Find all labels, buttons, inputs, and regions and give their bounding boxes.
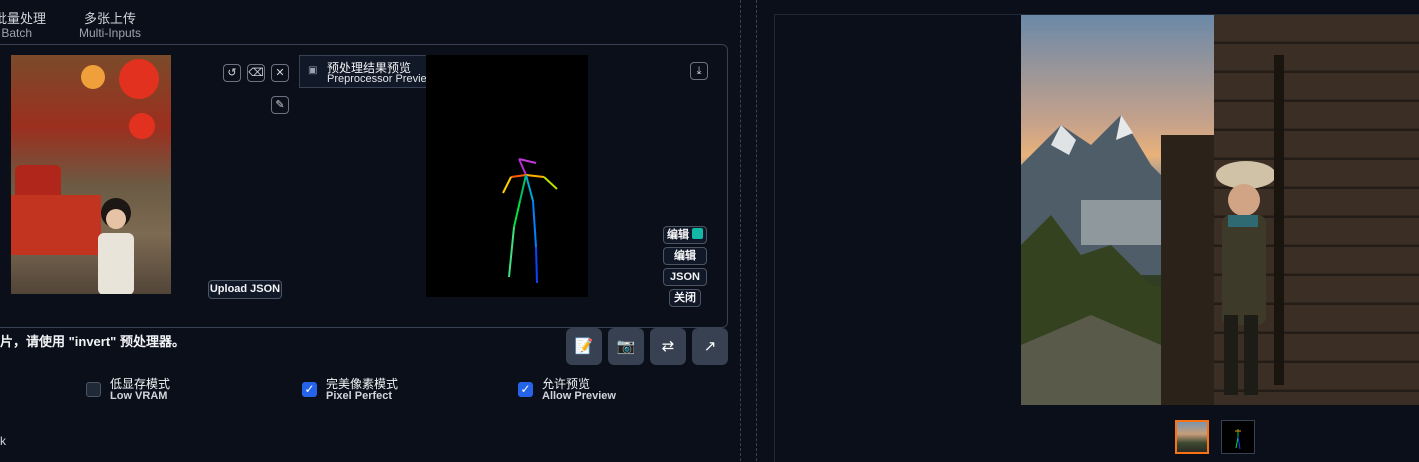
swap-icon[interactable]: ⇄	[650, 328, 686, 365]
cutoff-label: k	[0, 434, 6, 448]
input-image[interactable]	[11, 55, 171, 294]
column-divider-2	[756, 0, 757, 461]
output-image-door	[1214, 15, 1419, 405]
image-icon: ▣	[308, 65, 318, 76]
upload-json-button[interactable]: Upload JSON	[208, 280, 282, 299]
pixel-perfect-checkbox[interactable]: ✓	[302, 382, 317, 397]
low-vram-label-zh: 低显存模式	[110, 377, 171, 391]
camera-glyph: 📷	[616, 338, 636, 355]
edit-doc-icon[interactable]: 📝	[566, 328, 602, 365]
output-image[interactable]	[1021, 15, 1214, 405]
column-divider	[740, 0, 741, 461]
tab-multi-inputs-en: Multi-Inputs	[78, 26, 142, 40]
camera-icon[interactable]: 📷	[608, 328, 644, 365]
download-icon[interactable]: ⤓	[690, 62, 708, 80]
pixel-perfect-label-zh: 完美像素模式	[326, 377, 399, 391]
undo-icon[interactable]: ↺	[223, 64, 241, 82]
preview-label-en: Preprocessor Preview	[327, 73, 435, 85]
edit-external-label: 编辑	[666, 229, 689, 241]
tab-multi-inputs[interactable]: 多张上传 Multi-Inputs	[76, 11, 144, 41]
gallery-thumb-selected[interactable]	[1175, 420, 1209, 454]
allow-preview-label-en: Allow Preview	[542, 390, 616, 402]
close-icon[interactable]: ✕	[271, 64, 289, 82]
send-arrow-icon[interactable]: ↗	[692, 328, 728, 365]
external-editor-icon	[692, 228, 704, 239]
pixel-perfect-label: 完美像素模式 Pixel Perfect	[326, 378, 398, 402]
tab-multi-inputs-zh: 多张上传	[83, 11, 136, 26]
tab-batch[interactable]: 批量处理 Batch	[0, 11, 46, 41]
low-vram-label: 低显存模式 Low VRAM	[110, 378, 170, 402]
allow-preview-checkbox[interactable]: ✓	[518, 382, 533, 397]
low-vram-checkbox[interactable]	[86, 382, 101, 397]
edit-button[interactable]: 编辑	[663, 247, 707, 265]
json-button[interactable]: JSON	[663, 268, 707, 286]
gallery-thumb-pose[interactable]	[1221, 420, 1255, 454]
edit-doc-glyph: 📝	[574, 338, 594, 355]
allow-preview-label-zh: 允许预览	[542, 377, 591, 391]
allow-preview-label: 允许预览 Allow Preview	[542, 378, 616, 402]
close-editor-button[interactable]: 关闭	[669, 289, 701, 307]
pose-preview-image	[426, 55, 588, 297]
edit-external-button[interactable]: 编辑	[663, 226, 707, 244]
invert-hint-text: 片，请使用 "invert" 预处理器。	[0, 334, 185, 349]
brush-icon[interactable]: ✎	[271, 96, 289, 114]
send-arrow-glyph: ↗	[703, 338, 717, 355]
low-vram-label-en: Low VRAM	[110, 390, 168, 402]
tab-batch-zh: 批量处理	[0, 11, 46, 26]
tab-batch-en: Batch	[1, 26, 32, 40]
eraser-icon[interactable]: ⌫	[247, 64, 265, 82]
preprocessor-preview-label: ▣ 预处理结果预览 Preprocessor Preview	[299, 55, 443, 88]
swap-glyph: ⇄	[661, 338, 675, 355]
pixel-perfect-label-en: Pixel Perfect	[326, 390, 393, 402]
